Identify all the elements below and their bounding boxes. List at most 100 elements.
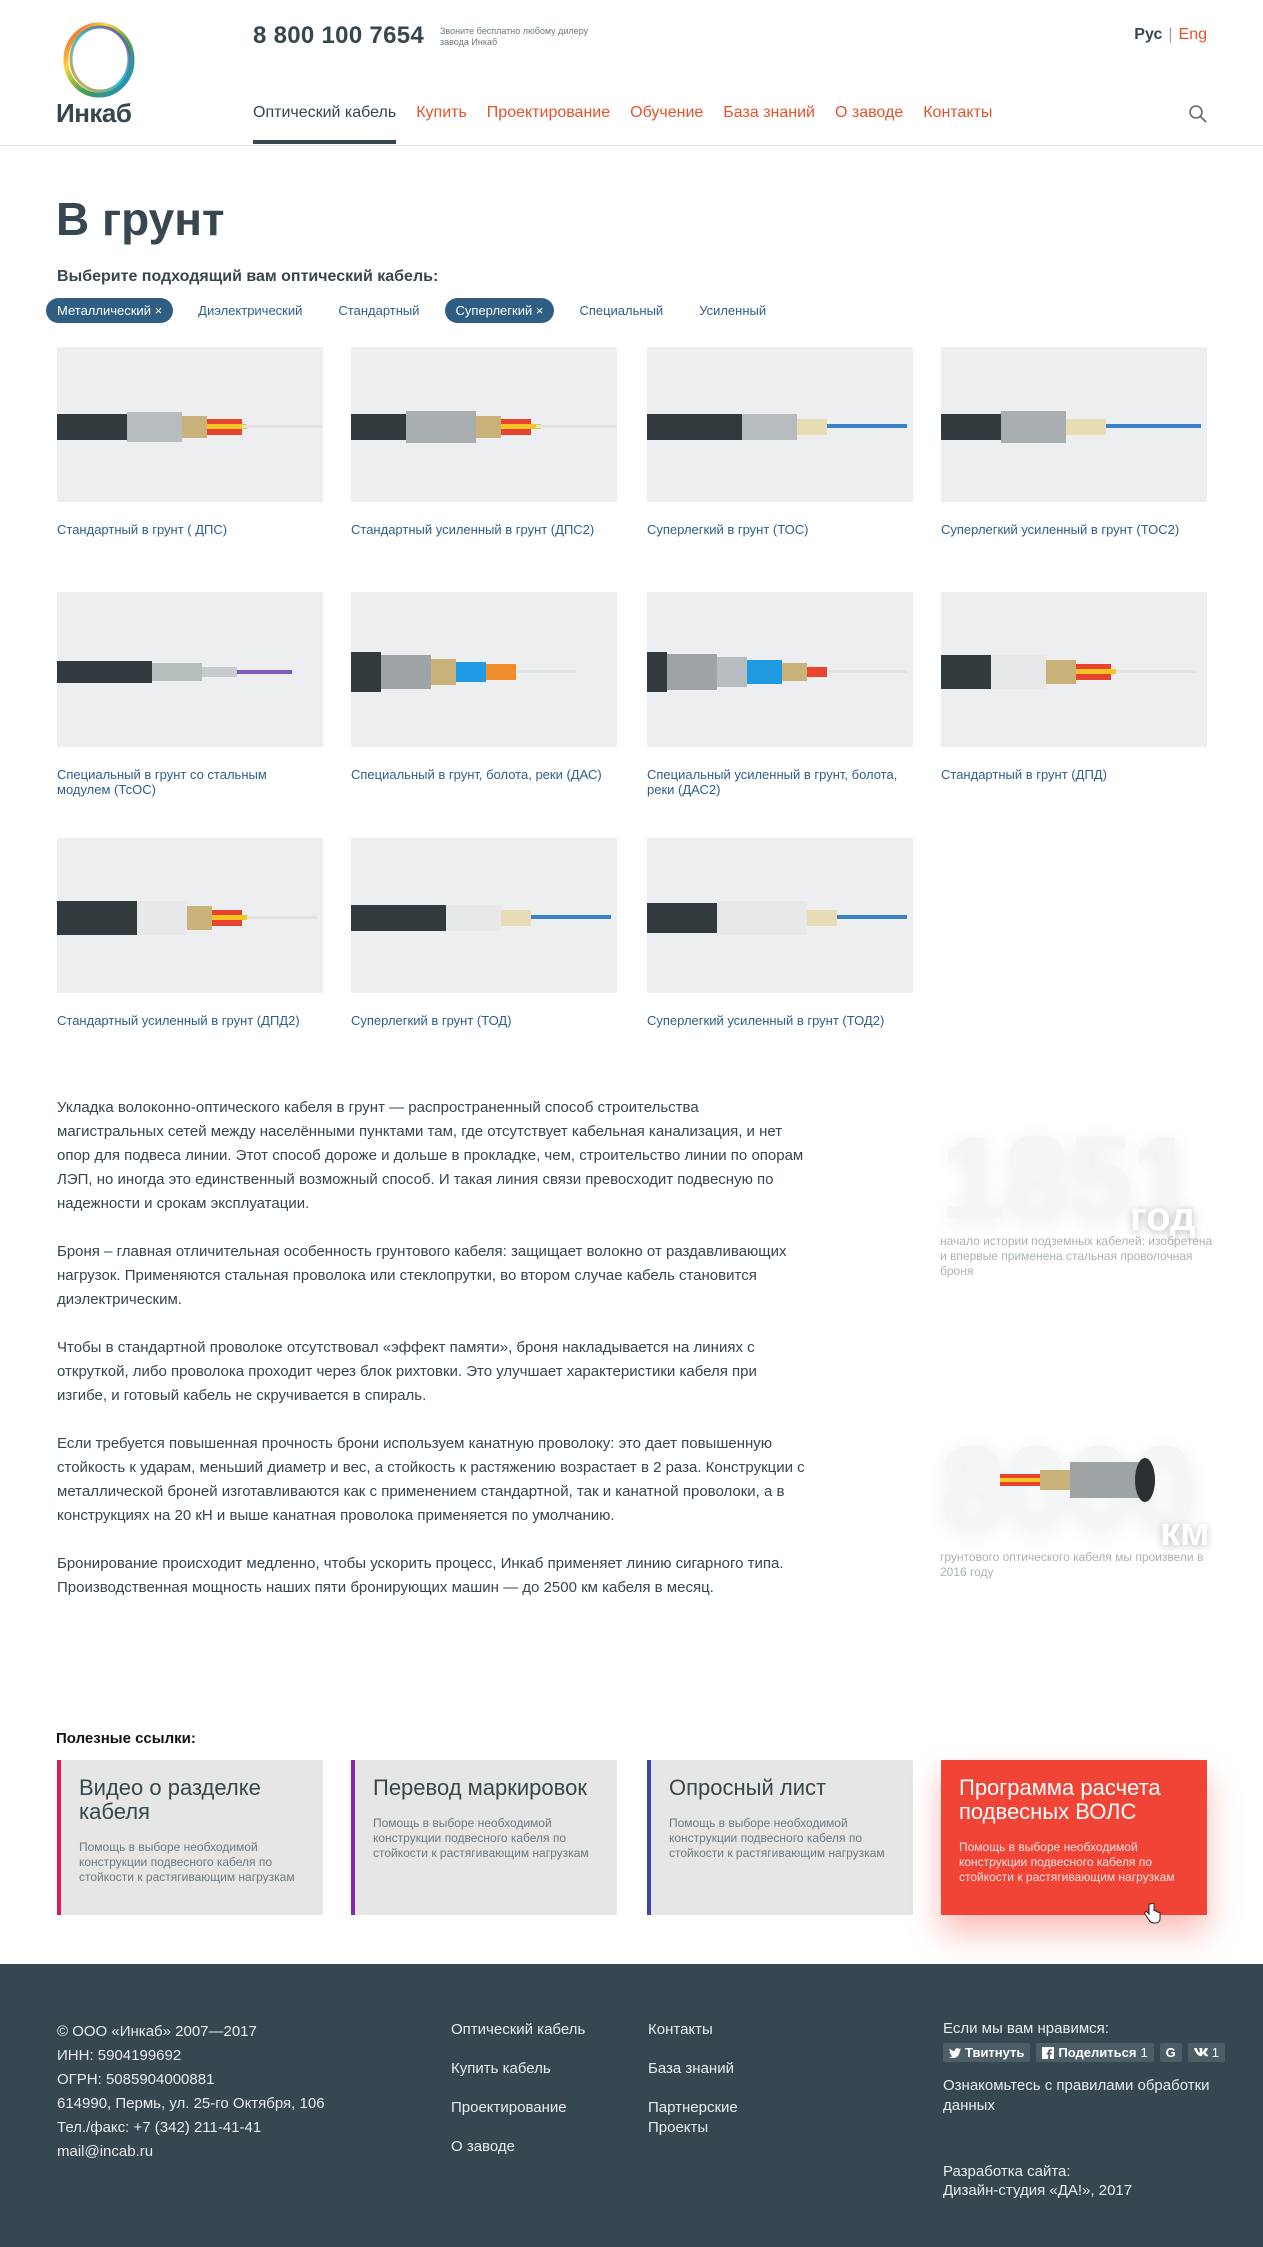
product-label[interactable]: Специальный в грунт, болота, реки (ДАС) [351,767,617,782]
product-card[interactable]: Стандартный усиленный в грунт (ДПД2) [57,838,323,1028]
footer-link-optical-cable[interactable]: Оптический кабель [451,2020,585,2040]
filter-chip-dielectric[interactable]: Диэлектрический [187,298,313,323]
logo[interactable]: Инкаб [56,20,142,128]
product-card[interactable]: Специальный в грунт со стальным модулем … [57,592,323,797]
paragraph: Бронирование происходит медленно, чтобы … [57,1555,784,1596]
product-label[interactable]: Суперлегкий в грунт (ТОД) [351,1013,617,1028]
product-image[interactable] [57,838,323,993]
twitter-icon [949,2047,961,2058]
link-card-questionnaire[interactable]: Опросный лист Помощь в выборе необходимо… [647,1760,913,1915]
product-label[interactable]: Стандартный усиленный в грунт (ДПС2) [351,522,617,537]
link-card-calc-program[interactable]: Программа расчета подвесных ВОЛС Помощь … [941,1760,1207,1915]
footer-link-buy-cable[interactable]: Купить кабель [451,2059,585,2079]
product-card[interactable]: Суперлегкий усиленный в грунт (ТОС2) [941,347,1207,537]
nav-item-training[interactable]: Обучение [630,104,703,122]
cable-image [57,412,323,442]
product-image[interactable] [941,592,1207,747]
filter-chips: Металлический × Диэлектрический Стандарт… [46,298,777,323]
footer-address: 614990, Пермь, ул. 25-го Октября, 106 [57,2095,325,2112]
search-icon[interactable] [1188,104,1208,124]
nav-item-buy[interactable]: Купить [416,104,467,122]
nav-item-contacts[interactable]: Контакты [923,104,992,122]
product-image[interactable] [57,347,323,502]
article-text: Укладка волоконно-оптического кабеля в г… [57,1096,807,1624]
product-label[interactable]: Суперлегкий усиленный в грунт (ТОД2) [647,1013,913,1028]
footer-nav-2: Контакты База знаний Партнерские Проекты [648,2020,768,2157]
product-image[interactable] [351,347,617,502]
footer-ogrn: ОГРН: 5085904000881 [57,2071,215,2088]
product-label[interactable]: Суперлегкий усиленный в грунт (ТОС2) [941,522,1207,537]
product-label[interactable]: Специальный усиленный в грунт, болота, р… [647,767,913,797]
filter-chip-standard[interactable]: Стандартный [327,298,430,323]
product-image[interactable] [647,838,913,993]
nav-item-design[interactable]: Проектирование [487,104,610,122]
link-card-title[interactable]: Видео о разделке кабеля [79,1776,305,1824]
link-card-title[interactable]: Перевод маркировок [373,1776,599,1800]
footer-company-info: © ООО «Инкаб» 2007—2017 ИНН: 5904199692 … [57,2020,325,2164]
footer-link-design[interactable]: Проектирование [451,2098,585,2118]
link-card-title[interactable]: Опросный лист [669,1776,895,1800]
product-card[interactable]: Суперлегкий усиленный в грунт (ТОД2) [647,838,913,1028]
footer-nav-1: Оптический кабель Купить кабель Проектир… [451,2020,585,2176]
nav-item-optical-cable[interactable]: Оптический кабель [253,104,397,144]
footer-link-about[interactable]: О заводе [451,2137,585,2157]
twitter-share-button[interactable]: Твитнуть [943,2043,1031,2062]
footer-link-contacts[interactable]: Контакты [648,2020,768,2040]
facebook-share-button[interactable]: Поделиться 1 [1036,2043,1154,2062]
footer-phone[interactable]: Тел./факс: +7 (342) 211-41-41 [57,2116,325,2140]
link-card-title[interactable]: Программа расчета подвесных ВОЛС [959,1776,1189,1824]
cable-image [647,652,907,692]
link-card-markings[interactable]: Перевод маркировок Помощь в выборе необх… [351,1760,617,1915]
stat-km-unit: км [1160,1510,1210,1554]
developer-name[interactable]: Дизайн-студия «ДА!», 2017 [943,2182,1243,2199]
link-card-desc: Помощь в выборе необходимой конструкции … [669,1816,885,1860]
footer-link-knowledge[interactable]: База знаний [648,2059,768,2079]
product-label[interactable]: Стандартный усиленный в грунт (ДПД2) [57,1013,323,1028]
product-card[interactable]: Стандартный в грунт ( ДПС) [57,347,323,537]
product-card[interactable]: Специальный усиленный в грунт, болота, р… [647,592,913,797]
nav-item-about[interactable]: О заводе [835,104,903,122]
product-label[interactable]: Суперлегкий в грунт (ТОС) [647,522,913,537]
privacy-policy-link[interactable]: Ознакомьтесь с правилами обработки данны… [943,2076,1243,2116]
product-image[interactable] [941,347,1207,502]
useful-links-title: Полезные ссылки: [56,1730,196,1747]
lang-en[interactable]: Eng [1179,26,1207,43]
product-card[interactable]: Стандартный усиленный в грунт (ДПС2) [351,347,617,537]
cable-image [647,901,907,935]
product-image[interactable] [647,347,913,502]
cable-image [647,414,907,440]
filter-chip-superlight[interactable]: Суперлегкий × [444,298,555,323]
vk-share-count: 1 [1211,2045,1220,2060]
nav-item-knowledge[interactable]: База знаний [723,104,815,122]
vk-share-button[interactable]: 1 [1187,2043,1226,2062]
filter-chip-metallic[interactable]: Металлический × [46,298,174,323]
stat-km-caption: грунтового оптического кабеля мы произве… [940,1550,1204,1579]
product-image[interactable] [351,592,617,747]
facebook-icon [1042,2046,1055,2059]
phone-number[interactable]: 8 800 100 7654 [253,22,424,50]
footer-link-partners[interactable]: Партнерские Проекты [648,2098,768,2138]
product-label[interactable]: Стандартный в грунт ( ДПС) [57,522,323,537]
product-image[interactable] [647,592,913,747]
stat-year-caption: начало истории подземных кабелей: изобре… [940,1234,1213,1278]
paragraph: Чтобы в стандартной проволоке отсутствов… [57,1339,757,1404]
hand-cursor-icon [1144,1902,1161,1924]
product-card[interactable]: Стандартный в грунт (ДПД) [941,592,1207,782]
filter-chip-special[interactable]: Специальный [568,298,674,323]
product-card[interactable]: Суперлегкий в грунт (ТОД) [351,838,617,1028]
product-card[interactable]: Суперлегкий в грунт (ТОС) [647,347,913,537]
product-card[interactable]: Специальный в грунт, болота, реки (ДАС) [351,592,617,782]
link-card-desc: Помощь в выборе необходимой конструкции … [373,1816,589,1860]
google-share-button[interactable]: G [1159,2043,1182,2062]
cable-image [57,661,292,683]
product-label[interactable]: Стандартный в грунт (ДПД) [941,767,1207,782]
product-label[interactable]: Специальный в грунт со стальным модулем … [57,767,323,797]
footer-email[interactable]: mail@incab.ru [57,2140,325,2164]
filter-chip-reinforced[interactable]: Усиленный [688,298,777,323]
product-image[interactable] [57,592,323,747]
lang-ru[interactable]: Рус [1134,26,1162,43]
product-image[interactable] [351,838,617,993]
link-card-video[interactable]: Видео о разделке кабеля Помощь в выборе … [57,1760,323,1915]
footer-inn: ИНН: 5904199692 [57,2047,182,2064]
paragraph: Если требуется повышенная прочность брон… [57,1435,805,1524]
